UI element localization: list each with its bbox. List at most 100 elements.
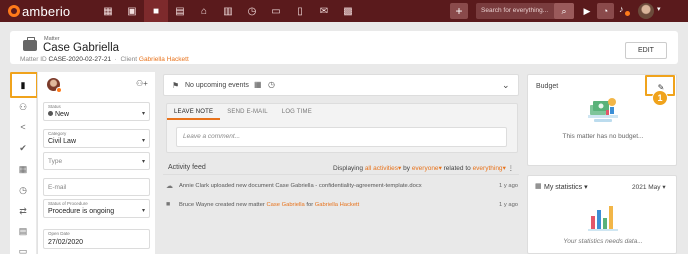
matter-header: Matter Case Gabriella Matter ID CASE-202… — [10, 31, 678, 64]
history-icon[interactable]: ◷ — [240, 0, 264, 22]
statistics-title-dropdown[interactable]: My statistics ▾ — [544, 183, 588, 191]
month-select[interactable]: 2021 May ▾ — [632, 183, 666, 191]
statistics-title: My statistics — [544, 184, 583, 191]
procedure-status-select[interactable]: Status of Procedure Procedure is ongoing… — [43, 199, 150, 218]
chevron-down-icon: ▾ — [141, 111, 145, 117]
search-icon[interactable]: ⌕ — [554, 3, 574, 19]
calendar-check-icon[interactable]: ▦ — [15, 162, 31, 176]
chevron-down-icon[interactable]: ▾ — [503, 165, 506, 172]
activity-feed-title: Activity feed — [168, 164, 206, 171]
status-label: Status — [48, 104, 61, 109]
contacts-icon[interactable]: ▣ — [120, 0, 144, 22]
open-date-value: 27/02/2020 — [48, 239, 84, 246]
chevron-down-icon[interactable]: ▾ — [439, 165, 442, 172]
matters-briefcase-icon[interactable]: ■ — [144, 0, 168, 22]
tab-leave-note[interactable]: LEAVE NOTE — [167, 104, 221, 120]
email-placeholder: E-mail — [48, 184, 67, 191]
play-timer-icon[interactable]: ▶ — [579, 3, 595, 19]
top-navigation-bar: amberio ▦ ▣ ■ ▤ ⌂ ▥ ◷ ▭ ▯ ✉ ▩ + Search f… — [0, 0, 688, 22]
category-label: Category — [48, 131, 67, 136]
comment-input[interactable]: Leave a comment... — [176, 127, 507, 147]
feed-item-text: Bruce Wayne created new matter Case Gabr… — [179, 202, 359, 208]
category-select[interactable]: Category Civil Law ▾ — [43, 129, 150, 148]
documents-icon[interactable]: ▤ — [168, 0, 192, 22]
people-add-icon[interactable]: ⚇ — [15, 100, 31, 114]
notifications-bell-icon[interactable]: ♪ — [619, 4, 630, 16]
edit-button[interactable]: EDIT — [625, 42, 667, 59]
filter-what-dropdown[interactable]: everything — [473, 165, 503, 172]
open-date-field[interactable]: Open Date 27/02/2020 — [43, 229, 150, 249]
add-event-icon[interactable]: ▦ — [254, 80, 262, 89]
client-link[interactable]: Gabriella Hackett — [315, 202, 359, 208]
matter-id-value: CASE-2020-02-27-21 — [48, 56, 112, 63]
chevron-down-icon[interactable]: ▾ — [398, 165, 401, 172]
matter-details-panel: ⚇+ Status New ▾ Category Civil Law ▾ Typ… — [37, 72, 155, 254]
chevron-down-icon: ▾ — [141, 159, 145, 165]
transfer-icon[interactable]: ⇄ — [15, 204, 31, 218]
tab-log-time[interactable]: LOG TIME — [275, 104, 319, 120]
filter-by-text: by — [403, 165, 410, 172]
documents-check-icon[interactable]: ▤ — [15, 224, 31, 238]
type-placeholder: Type — [48, 158, 63, 165]
briefcase-icon: ■ — [166, 201, 171, 208]
matter-sidebar-rail: ▮ ⚇ < ✔ ▦ ◷ ⇄ ▤ ▭ — [10, 72, 36, 254]
stopwatch-icon[interactable]: ◔ — [597, 3, 614, 19]
email-field[interactable]: E-mail — [43, 178, 150, 196]
budget-illustration-icon — [588, 98, 618, 122]
briefcase-icon — [23, 37, 37, 51]
user-menu-caret-icon[interactable]: ▾ — [657, 5, 661, 13]
statistics-empty-message: Your statistics needs data... — [563, 238, 643, 245]
avatar-status-dot — [56, 87, 62, 93]
tasks-check-icon[interactable]: ✔ — [15, 141, 31, 155]
app-logo[interactable]: amberio — [8, 4, 92, 19]
activity-feed-filter: Displaying all activities▾ by everyone▾ … — [333, 164, 514, 172]
filter-activities-dropdown[interactable]: all activities — [365, 165, 398, 172]
chevron-down-icon: ▾ — [141, 138, 145, 144]
matter-meta: Matter ID CASE-2020-02-27-21 · Client Ga… — [20, 56, 189, 63]
add-new-button[interactable]: + — [450, 3, 468, 19]
upcoming-events-bar[interactable]: ⚑ No upcoming events ▦ ◷ ⌄ — [163, 74, 519, 96]
upcoming-events-text: No upcoming events — [185, 82, 249, 89]
tab-send-email[interactable]: SEND E-MAIL — [220, 104, 275, 120]
billing-clock-icon[interactable]: ◷ — [15, 183, 31, 197]
share-icon[interactable]: < — [15, 120, 31, 134]
divider — [163, 174, 519, 175]
bank-icon[interactable]: ⌂ — [192, 0, 216, 22]
client-label: Client — [120, 56, 138, 63]
files-icon[interactable]: ▯ — [288, 0, 312, 22]
filter-related-text: related to — [443, 165, 471, 172]
chevron-down-icon: ▾ — [584, 184, 588, 191]
chevron-down-icon: ▾ — [662, 184, 666, 191]
matter-link[interactable]: Case Gabriella — [266, 202, 304, 208]
status-value: New — [48, 111, 69, 118]
chevron-down-icon: ▾ — [141, 208, 145, 214]
notification-dot — [625, 11, 630, 16]
status-select[interactable]: Status New ▾ — [43, 102, 150, 121]
matter-id-label: Matter ID — [20, 56, 47, 63]
dashboard-icon[interactable]: ▦ — [96, 0, 120, 22]
category-value: Civil Law — [48, 138, 77, 145]
add-person-icon[interactable]: ⚇+ — [136, 79, 148, 88]
add-reminder-icon[interactable]: ◷ — [268, 80, 275, 89]
status-dot — [48, 111, 53, 116]
folder-open-icon[interactable]: ▭ — [15, 244, 31, 254]
folder-icon[interactable]: ▭ — [264, 0, 288, 22]
user-avatar[interactable] — [638, 3, 654, 19]
feed-item-time: 1 y ago — [499, 183, 519, 189]
type-select[interactable]: Type ▾ — [43, 152, 150, 170]
client-link[interactable]: Gabriella Hackett — [139, 56, 189, 63]
budget-empty-message: This matter has no budget... — [562, 133, 644, 140]
more-options-icon[interactable]: ⋮ — [508, 165, 515, 172]
reports-icon[interactable]: ▩ — [336, 0, 360, 22]
flag-icon: ⚑ — [172, 81, 180, 90]
mail-icon[interactable]: ✉ — [312, 0, 336, 22]
callout-number-badge: 1 — [652, 90, 668, 106]
procedure-label: Status of Procedure — [48, 201, 88, 206]
feed-text-part: Bruce Wayne created new matter — [179, 202, 265, 208]
highlight-details-icon — [10, 72, 38, 98]
chevron-down-icon[interactable]: ⌄ — [502, 80, 510, 91]
filter-who-dropdown[interactable]: everyone — [412, 165, 439, 172]
assignee-avatar[interactable] — [47, 78, 62, 93]
feed-item-text: Annie Clark uploaded new document Case G… — [179, 183, 422, 189]
calendar-icon[interactable]: ▥ — [216, 0, 240, 22]
